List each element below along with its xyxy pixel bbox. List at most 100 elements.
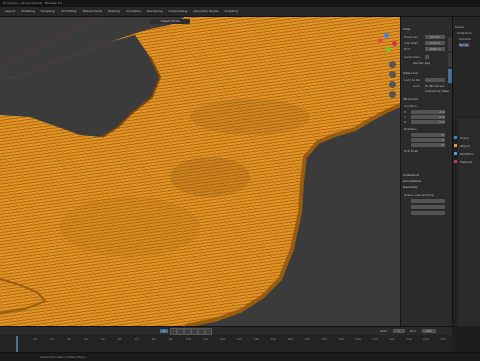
cursor-rx-field[interactable]: 0° xyxy=(411,133,445,137)
timeline-tick-label: 40 xyxy=(83,337,88,341)
timeline-tick-label: 100 xyxy=(185,337,192,341)
y-axis-gizmo-icon[interactable] xyxy=(386,47,391,52)
tab-rendering[interactable]: Rendering xyxy=(147,7,162,16)
timeline[interactable]: 1 Start 1 End 250 0 10 20 30 40 50 60 70 80 90 100… xyxy=(0,326,452,353)
view-section-header[interactable]: View xyxy=(403,27,410,31)
mode-selector[interactable]: Object Mode xyxy=(150,19,190,24)
timeline-tick-label: 90 xyxy=(168,337,173,341)
status-text: Select Pan View Context Menu xyxy=(40,355,86,359)
rotation-mode-dropdown[interactable]: XYZ Euler xyxy=(404,149,419,153)
view-lock-section-header[interactable]: View Lock xyxy=(403,71,418,75)
lock-to-object-field[interactable] xyxy=(425,78,445,82)
focal-length-field[interactable]: 50 mm xyxy=(425,35,445,39)
z-label: Z xyxy=(404,120,407,124)
end-label: End xyxy=(410,329,416,333)
properties-tab-strip[interactable] xyxy=(453,118,458,326)
props-object[interactable]: Object xyxy=(460,144,470,148)
x-axis-gizmo-icon[interactable] xyxy=(378,38,383,43)
3d-cursor-section-header[interactable]: 3D Cursor xyxy=(403,97,418,101)
cursor-ry-field[interactable]: 0° xyxy=(411,138,445,142)
properties-editor[interactable]: Scene Object Modifiers Material xyxy=(452,118,480,326)
modifier-wrench-icon[interactable] xyxy=(454,152,457,155)
timeline-tick-label: 80 xyxy=(151,337,156,341)
tab-animation[interactable]: Animation xyxy=(126,7,141,16)
next-keyframe-icon[interactable] xyxy=(198,328,205,335)
jump-end-icon[interactable] xyxy=(205,328,212,335)
to-3d-cursor-toggle[interactable]: To 3D Cursor xyxy=(425,84,444,88)
window-title: [C:\Users\...\terrain.blend] - Blender 3… xyxy=(3,1,63,5)
timeline-tick-label: 200 xyxy=(355,337,361,341)
outliner-item-collection[interactable]: Collection xyxy=(457,31,472,35)
local-camera-checkbox[interactable] xyxy=(425,55,429,59)
tab-shading[interactable]: Shading xyxy=(108,7,120,16)
annotations-section-header[interactable]: Annotations xyxy=(403,179,421,183)
timeline-tick-label: 0 xyxy=(16,337,18,341)
terrain-mesh xyxy=(0,17,400,326)
pan-hand-icon[interactable] xyxy=(389,71,396,78)
workspace-tabs[interactable]: Layout Modeling Sculpting UV Editing Tex… xyxy=(0,7,480,17)
camera-view-icon[interactable] xyxy=(389,81,396,88)
cursor-rz-field[interactable]: 0° xyxy=(411,143,445,147)
cursor-x-field[interactable]: 0 m xyxy=(411,110,445,114)
location-label: Location xyxy=(404,104,417,108)
timeline-tick-label: 70 xyxy=(134,337,139,341)
end-frame-field[interactable]: 250 xyxy=(422,329,436,333)
start-label: Start xyxy=(380,329,388,333)
sidebar-panel[interactable]: View Focal Len 50 mm Clip Start 0.01 m E… xyxy=(400,17,453,326)
timeline-tick-label: 30 xyxy=(66,337,71,341)
timeline-tick-label: 130 xyxy=(236,337,243,341)
props-material[interactable]: Material xyxy=(460,160,472,164)
scene-icon[interactable] xyxy=(454,136,457,139)
props-scene[interactable]: Scene xyxy=(460,136,469,140)
3d-viewport[interactable]: Object Mode xyxy=(0,17,400,326)
tab-compositing[interactable]: Compositing xyxy=(168,7,187,16)
tab-geometry-nodes[interactable]: Geometry Nodes xyxy=(193,7,218,16)
current-frame-field[interactable]: 1 xyxy=(160,329,168,333)
geometry-section-header[interactable]: Geometry xyxy=(403,185,418,189)
local-camera-label: Local Cam xyxy=(404,55,420,59)
timeline-tick-label: 220 xyxy=(389,337,395,341)
tab-modeling[interactable]: Modeling xyxy=(21,7,35,16)
shading-field-1[interactable] xyxy=(411,199,445,203)
focal-length-label: Focal Len xyxy=(404,35,419,39)
collections-section-header[interactable]: Collections xyxy=(403,173,419,177)
props-modifiers[interactable]: Modifiers xyxy=(460,152,474,156)
shading-field-3[interactable] xyxy=(411,211,445,215)
outliner-item-camera[interactable]: Camera xyxy=(459,37,471,41)
z-axis-gizmo-icon[interactable] xyxy=(384,33,389,38)
clip-start-label: Clip Start xyxy=(404,41,418,45)
timeline-tick-label: 20 xyxy=(49,337,54,341)
cursor-z-field[interactable]: 0 m xyxy=(411,120,445,124)
neg-x-gizmo-icon[interactable] xyxy=(392,41,397,46)
tab-texture-paint[interactable]: Texture Paint xyxy=(82,7,101,16)
shading-field-2[interactable] xyxy=(411,205,445,209)
tab-scripting[interactable]: Scripting xyxy=(225,7,238,16)
cursor-y-field[interactable]: 0 m xyxy=(411,115,445,119)
tab-uv-editing[interactable]: UV Editing xyxy=(61,7,77,16)
tab-sculpting[interactable]: Sculpting xyxy=(41,7,55,16)
outliner-item-terrain[interactable]: Terrain xyxy=(459,43,470,47)
object-icon[interactable] xyxy=(454,144,457,147)
outliner[interactable]: Scene Collection Camera Terrain xyxy=(452,17,480,117)
clip-start-field[interactable]: 0.01 m xyxy=(425,41,445,45)
play-icon[interactable] xyxy=(191,328,198,335)
prev-keyframe-icon[interactable] xyxy=(177,328,184,335)
play-reverse-icon[interactable] xyxy=(184,328,191,335)
clip-end-field[interactable]: 1000 m xyxy=(425,47,445,51)
title-bar: [C:\Users\...\terrain.blend] - Blender 3… xyxy=(0,0,480,7)
grid-icon[interactable] xyxy=(389,91,396,98)
camera-to-view-toggle[interactable]: Camera to View xyxy=(425,89,449,93)
outliner-item-scene[interactable]: Scene xyxy=(455,25,464,29)
timeline-tick-label: 240 xyxy=(423,337,429,341)
tab-layout[interactable]: Layout xyxy=(5,7,15,16)
start-frame-field[interactable]: 1 xyxy=(393,329,405,333)
jump-start-icon[interactable] xyxy=(170,328,177,335)
timeline-tick-label: 210 xyxy=(372,337,378,341)
lock-to-object-label: Lock to Ob xyxy=(404,78,421,82)
material-icon[interactable] xyxy=(454,160,457,163)
timeline-tick-label: 120 xyxy=(219,337,226,341)
render-region-label[interactable]: Render Reg xyxy=(413,61,430,65)
zoom-icon[interactable] xyxy=(389,61,396,68)
timeline-tick-label: 60 xyxy=(117,337,122,341)
timeline-tick-label: 180 xyxy=(321,337,327,341)
